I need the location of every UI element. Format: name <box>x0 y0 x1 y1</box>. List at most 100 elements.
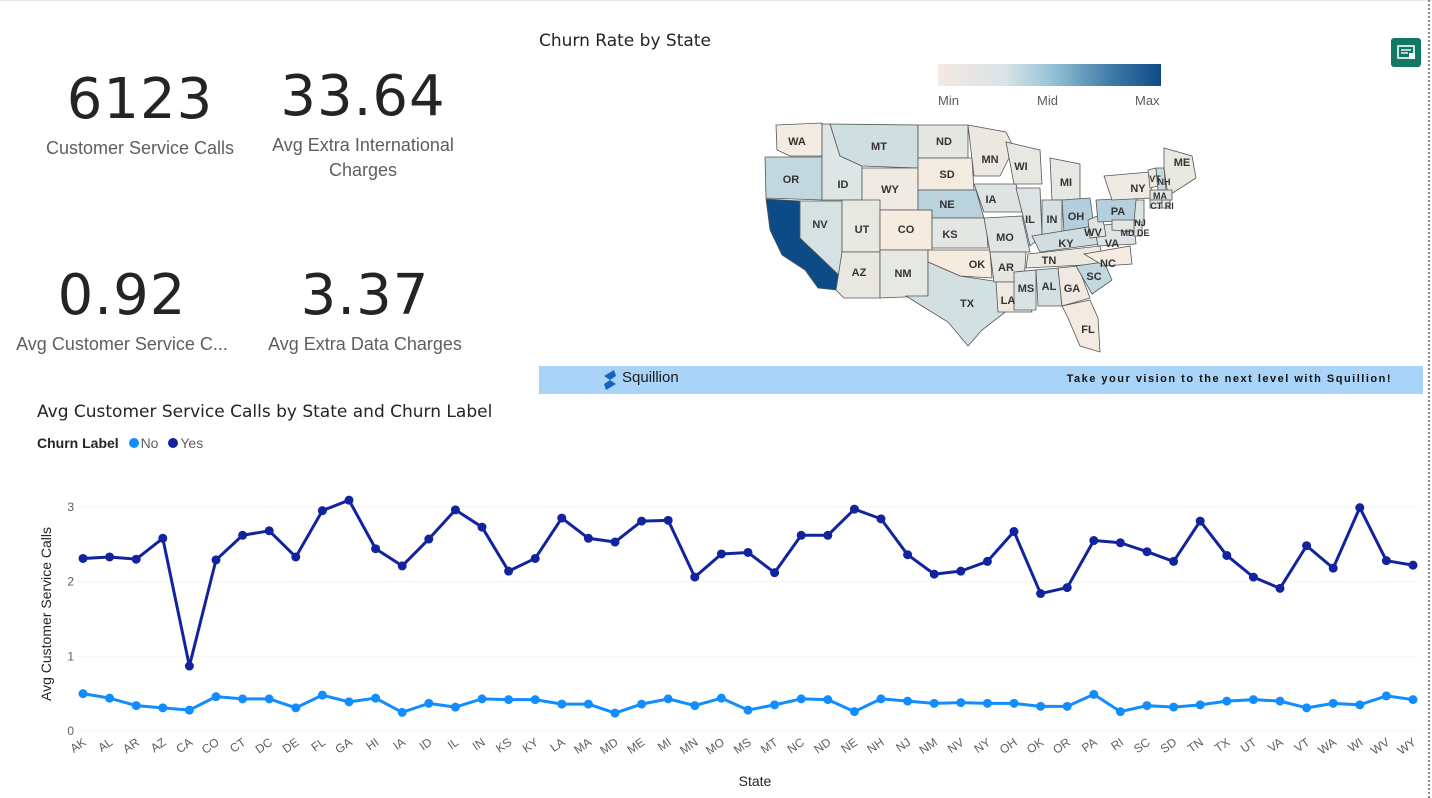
data-point-no[interactable] <box>1036 701 1046 711</box>
data-point-no[interactable] <box>344 697 354 707</box>
data-point-yes[interactable] <box>743 547 753 557</box>
data-point-no[interactable] <box>849 707 859 717</box>
data-point-no[interactable] <box>1115 707 1125 717</box>
data-point-yes[interactable] <box>397 561 407 571</box>
data-point-no[interactable] <box>876 694 886 704</box>
data-point-yes[interactable] <box>876 514 886 524</box>
line-chart[interactable]: 0 1 2 3 AK AL AR AZ CA CO CT DC DE FL GA HI IA ID IL IN KS KY… <box>0 0 1432 798</box>
data-point-no[interactable] <box>583 699 593 709</box>
data-point-no[interactable] <box>1328 698 1338 708</box>
data-point-no[interactable] <box>1408 695 1418 705</box>
data-point-no[interactable] <box>903 696 913 706</box>
data-point-yes[interactable] <box>105 552 115 562</box>
data-point-no[interactable] <box>1302 703 1312 713</box>
data-point-no[interactable] <box>158 703 168 713</box>
data-point-yes[interactable] <box>1355 503 1365 513</box>
data-point-yes[interactable] <box>1142 547 1152 557</box>
data-point-yes[interactable] <box>291 552 301 562</box>
data-point-no[interactable] <box>477 694 487 704</box>
data-point-yes[interactable] <box>823 530 833 540</box>
data-point-yes[interactable] <box>504 566 514 576</box>
data-point-no[interactable] <box>796 694 806 704</box>
data-point-yes[interactable] <box>78 553 88 563</box>
data-point-yes[interactable] <box>158 533 168 543</box>
data-point-yes[interactable] <box>344 495 354 505</box>
data-point-yes[interactable] <box>1195 516 1205 526</box>
data-point-yes[interactable] <box>557 513 567 523</box>
data-point-no[interactable] <box>78 689 88 699</box>
data-point-yes[interactable] <box>849 504 859 514</box>
data-point-yes[interactable] <box>690 572 700 582</box>
data-point-no[interactable] <box>982 698 992 708</box>
data-point-yes[interactable] <box>1115 538 1125 548</box>
data-point-no[interactable] <box>663 694 673 704</box>
data-point-no[interactable] <box>557 699 567 709</box>
data-point-yes[interactable] <box>637 516 647 526</box>
data-point-yes[interactable] <box>1275 583 1285 593</box>
data-point-yes[interactable] <box>424 534 434 544</box>
data-point-no[interactable] <box>716 693 726 703</box>
data-point-no[interactable] <box>1169 702 1179 712</box>
data-point-no[interactable] <box>637 699 647 709</box>
data-point-no[interactable] <box>956 698 966 708</box>
data-point-yes[interactable] <box>956 566 966 576</box>
data-point-yes[interactable] <box>184 661 194 671</box>
data-point-no[interactable] <box>317 690 327 700</box>
data-point-yes[interactable] <box>371 544 381 554</box>
data-point-yes[interactable] <box>1222 550 1232 560</box>
data-point-yes[interactable] <box>796 530 806 540</box>
data-point-no[interactable] <box>610 708 620 718</box>
data-point-yes[interactable] <box>211 555 221 565</box>
data-point-yes[interactable] <box>1248 572 1258 582</box>
data-point-yes[interactable] <box>716 549 726 559</box>
data-point-no[interactable] <box>1248 695 1258 705</box>
data-point-yes[interactable] <box>610 537 620 547</box>
data-point-no[interactable] <box>291 703 301 713</box>
data-point-yes[interactable] <box>1009 527 1019 537</box>
data-point-no[interactable] <box>450 702 460 712</box>
data-point-yes[interactable] <box>1381 556 1391 566</box>
data-point-yes[interactable] <box>317 506 327 516</box>
data-point-yes[interactable] <box>929 569 939 579</box>
data-point-no[interactable] <box>238 694 248 704</box>
data-point-yes[interactable] <box>1328 563 1338 573</box>
data-point-yes[interactable] <box>1408 560 1418 570</box>
data-point-yes[interactable] <box>238 530 248 540</box>
data-point-no[interactable] <box>1089 689 1099 699</box>
data-point-no[interactable] <box>184 705 194 715</box>
data-point-no[interactable] <box>1355 700 1365 710</box>
data-point-yes[interactable] <box>1169 556 1179 566</box>
data-point-no[interactable] <box>530 695 540 705</box>
data-point-yes[interactable] <box>530 553 540 563</box>
data-point-yes[interactable] <box>583 533 593 543</box>
data-point-yes[interactable] <box>1062 583 1072 593</box>
data-point-no[interactable] <box>1195 700 1205 710</box>
data-point-yes[interactable] <box>1089 536 1099 546</box>
data-point-no[interactable] <box>1009 698 1019 708</box>
data-point-yes[interactable] <box>982 556 992 566</box>
data-point-yes[interactable] <box>663 515 673 525</box>
data-point-no[interactable] <box>397 707 407 717</box>
data-point-yes[interactable] <box>131 554 141 564</box>
data-point-yes[interactable] <box>264 526 274 536</box>
data-point-no[interactable] <box>1222 696 1232 706</box>
data-point-yes[interactable] <box>477 522 487 532</box>
data-point-yes[interactable] <box>770 568 780 578</box>
data-point-yes[interactable] <box>1036 589 1046 599</box>
data-point-yes[interactable] <box>450 505 460 515</box>
data-point-no[interactable] <box>504 695 514 705</box>
data-point-no[interactable] <box>690 701 700 711</box>
data-point-no[interactable] <box>929 698 939 708</box>
data-point-no[interactable] <box>211 692 221 702</box>
data-point-yes[interactable] <box>1302 541 1312 551</box>
data-point-no[interactable] <box>743 705 753 715</box>
data-point-no[interactable] <box>371 693 381 703</box>
data-point-no[interactable] <box>264 694 274 704</box>
data-point-no[interactable] <box>770 700 780 710</box>
data-point-no[interactable] <box>1062 701 1072 711</box>
data-point-no[interactable] <box>823 695 833 705</box>
data-point-yes[interactable] <box>903 550 913 560</box>
data-point-no[interactable] <box>105 693 115 703</box>
data-point-no[interactable] <box>424 698 434 708</box>
data-point-no[interactable] <box>1275 696 1285 706</box>
